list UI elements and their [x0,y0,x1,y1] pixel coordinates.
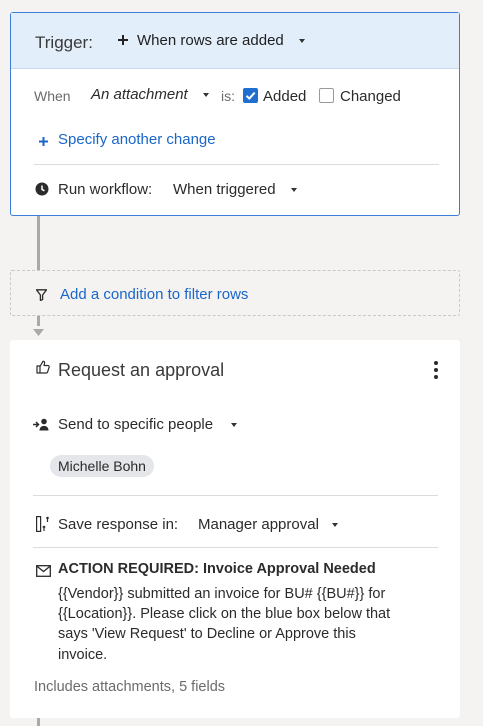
approval-title: Request an approval [58,360,225,380]
specify-another-change-link[interactable]: Specify another change [58,132,216,147]
divider [33,495,438,496]
thumbs-up-icon [36,360,50,374]
chevron-down-icon[interactable] [203,93,209,97]
filter-icon [35,288,48,302]
trigger-card[interactable]: Trigger: When rows are added When An att… [10,12,460,216]
changed-label: Changed [340,88,401,105]
message-line: {{Location}}. Please click on the blue b… [58,606,391,622]
plus-icon [117,33,129,45]
message-line: {{Vendor}} submitted an invoice for BU# … [58,586,386,602]
message-line: invoice. [58,647,108,663]
send-to-dropdown[interactable]: Send to specific people [58,417,213,432]
chevron-down-icon[interactable] [299,39,305,43]
approval-card[interactable]: Request an approval Send to specific peo… [10,340,460,718]
plus-icon[interactable] [38,134,49,146]
chevron-down-icon[interactable] [332,523,338,527]
save-response-label: Save response in: [58,516,179,533]
save-response-dropdown[interactable]: Manager approval [198,517,319,532]
clock-icon [35,182,49,196]
run-workflow-dropdown[interactable]: When triggered [173,182,276,197]
more-vertical-icon[interactable] [433,360,439,380]
trigger-event-dropdown[interactable]: When rows are added [137,33,284,48]
divider [34,164,439,165]
recipient-chip[interactable]: Michelle Bohn [50,455,154,477]
arrow-down-icon [33,324,44,336]
add-condition-link[interactable]: Add a condition to filter rows [60,287,248,302]
chevron-down-icon[interactable] [291,188,297,192]
column-icon [36,516,50,533]
message-subject: ACTION REQUIRED: Invoice Approval Needed [58,561,376,577]
includes-summary: Includes attachments, 5 fields [34,679,226,695]
connector-line [37,718,40,726]
connector-line [37,216,40,270]
chevron-down-icon[interactable] [231,423,237,427]
trigger-label: Trigger: [35,33,93,52]
add-condition-box[interactable]: Add a condition to filter rows [10,270,460,316]
envelope-icon [36,564,51,577]
is-label: is: [221,88,235,104]
changed-checkbox[interactable] [319,88,334,103]
when-label: When [34,88,71,104]
trigger-header: Trigger: When rows are added [11,13,459,69]
divider [33,547,438,548]
message-line: says 'View Request' to Decline or Approv… [58,626,356,642]
when-field-dropdown[interactable]: An attachment [91,87,188,102]
added-label: Added [263,88,307,105]
run-workflow-label: Run workflow: [58,181,153,198]
person-add-icon [33,418,50,431]
added-checkbox[interactable] [243,88,258,103]
